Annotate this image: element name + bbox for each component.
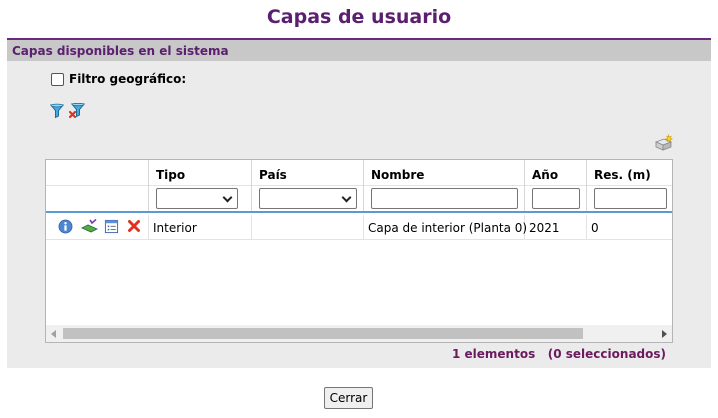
clear-filter-icon[interactable]	[68, 102, 86, 119]
column-label: Año	[532, 168, 559, 182]
scroll-right-icon[interactable]	[662, 330, 667, 338]
properties-icon[interactable]	[104, 219, 120, 235]
filter-icon[interactable]	[49, 103, 66, 119]
cell-anio: 2021	[525, 215, 587, 240]
filter-toolbar	[49, 102, 86, 119]
panel-header: Capas disponibles en el sistema	[7, 38, 711, 61]
pais-filter-select[interactable]	[259, 188, 357, 209]
column-label: Tipo	[156, 168, 186, 182]
cell-nombre: Capa de interior (Planta 0)	[364, 215, 527, 240]
geo-filter[interactable]: Filtro geográfico:	[51, 72, 186, 86]
column-label: Nombre	[371, 168, 425, 182]
column-pais: País	[252, 160, 364, 211]
column-tipo: Tipo	[149, 160, 252, 211]
cell-res: 0	[591, 221, 599, 235]
add-layer-button[interactable]	[654, 134, 674, 155]
cell-pais	[252, 215, 364, 240]
cell-tipo: Interior	[149, 215, 252, 240]
column-actions	[46, 160, 149, 211]
selection-count: 1 elementos (0 seleccionados)	[452, 347, 666, 361]
table-header: Tipo País Nombre Año Res. (m)	[46, 160, 672, 213]
nombre-filter-input[interactable]	[371, 188, 518, 209]
scroll-left-icon[interactable]	[51, 330, 56, 338]
geo-filter-label: Filtro geográfico:	[69, 72, 187, 86]
table-row[interactable]: Interior Capa de interior (Planta 0) 202…	[46, 215, 672, 240]
add-layer-icon	[654, 134, 674, 151]
geo-filter-checkbox[interactable]	[51, 72, 64, 86]
info-icon[interactable]	[58, 219, 74, 235]
column-res: Res. (m)	[587, 160, 672, 211]
close-button[interactable]: Cerrar	[324, 387, 373, 409]
scrollbar-thumb[interactable]	[63, 328, 583, 339]
horizontal-scrollbar[interactable]	[46, 325, 672, 342]
tipo-filter-select[interactable]	[156, 188, 238, 209]
column-anio: Año	[525, 160, 587, 211]
map-layer-icon[interactable]	[81, 218, 98, 235]
layers-panel: Capas disponibles en el sistema Filtro g…	[7, 38, 711, 368]
page-title: Capas de usuario	[266, 6, 452, 28]
column-label: País	[259, 168, 287, 182]
delete-icon[interactable]	[127, 219, 143, 235]
anio-filter-input[interactable]	[532, 188, 580, 209]
selected-count: (0 seleccionados)	[547, 347, 666, 361]
row-actions	[46, 215, 149, 240]
column-label: Res. (m)	[594, 168, 651, 182]
column-nombre: Nombre	[364, 160, 525, 211]
elements-count: 1 elementos	[451, 347, 536, 361]
layers-table: Tipo País Nombre Año Res. (m) Interior C…	[45, 159, 673, 343]
res-filter-input[interactable]	[594, 188, 667, 209]
